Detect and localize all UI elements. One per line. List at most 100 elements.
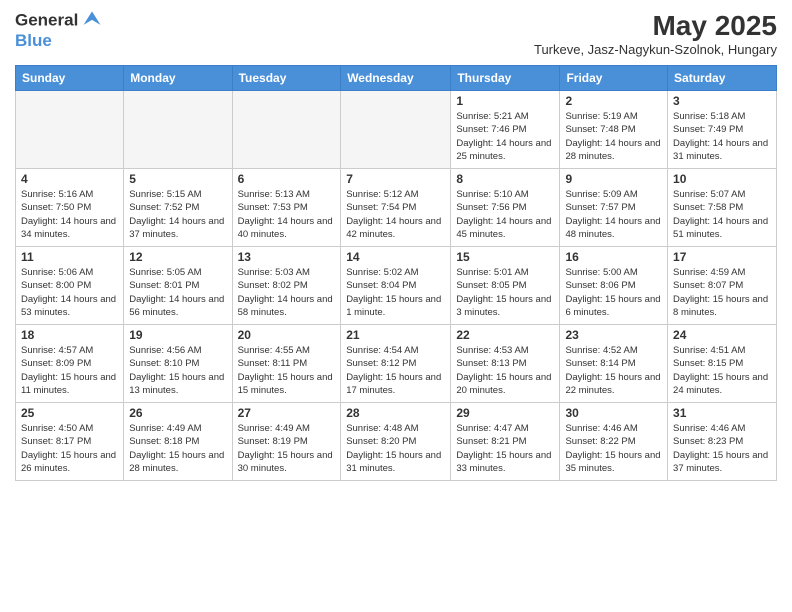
day-info: Sunrise: 5:12 AM Sunset: 7:54 PM Dayligh… xyxy=(346,188,445,241)
calendar-week-row: 1 Sunrise: 5:21 AM Sunset: 7:46 PM Daylig… xyxy=(16,91,777,169)
day-number: 9 xyxy=(565,172,662,186)
col-friday: Friday xyxy=(560,66,668,91)
logo-bird-icon xyxy=(80,8,104,30)
header: General Blue May 2025 Turkeve, Jasz-Nagy… xyxy=(15,10,777,57)
day-info: Sunrise: 5:06 AM Sunset: 8:00 PM Dayligh… xyxy=(21,266,118,319)
day-number: 16 xyxy=(565,250,662,264)
day-info: Sunrise: 4:46 AM Sunset: 8:23 PM Dayligh… xyxy=(673,422,771,475)
logo-general: General xyxy=(15,10,78,29)
day-info: Sunrise: 4:59 AM Sunset: 8:07 PM Dayligh… xyxy=(673,266,771,319)
calendar-cell: 21 Sunrise: 4:54 AM Sunset: 8:12 PM Dayli… xyxy=(341,325,451,403)
day-info: Sunrise: 4:56 AM Sunset: 8:10 PM Dayligh… xyxy=(129,344,226,397)
calendar-cell: 25Sunrise: 4:50 AM Sunset: 8:17 PM Dayli… xyxy=(16,403,124,481)
calendar-cell: 22 Sunrise: 4:53 AM Sunset: 8:13 PM Dayli… xyxy=(451,325,560,403)
logo: General Blue xyxy=(15,10,104,51)
day-number: 1 xyxy=(456,94,554,108)
day-info: Sunrise: 5:05 AM Sunset: 8:01 PM Dayligh… xyxy=(129,266,226,319)
day-info: Sunrise: 5:15 AM Sunset: 7:52 PM Dayligh… xyxy=(129,188,226,241)
day-info: Sunrise: 4:49 AM Sunset: 8:19 PM Dayligh… xyxy=(238,422,336,475)
day-info: Sunrise: 4:55 AM Sunset: 8:11 PM Dayligh… xyxy=(238,344,336,397)
day-info: Sunrise: 5:00 AM Sunset: 8:06 PM Dayligh… xyxy=(565,266,662,319)
calendar-cell: 14Sunrise: 5:02 AM Sunset: 8:04 PM Dayli… xyxy=(341,247,451,325)
day-info: Sunrise: 4:54 AM Sunset: 8:12 PM Dayligh… xyxy=(346,344,445,397)
calendar-cell: 3Sunrise: 5:18 AM Sunset: 7:49 PM Daylig… xyxy=(668,91,777,169)
day-number: 6 xyxy=(238,172,336,186)
day-number: 21 xyxy=(346,328,445,342)
day-number: 31 xyxy=(673,406,771,420)
day-info: Sunrise: 4:51 AM Sunset: 8:15 PM Dayligh… xyxy=(673,344,771,397)
day-number: 11 xyxy=(21,250,118,264)
calendar-week-row: 25Sunrise: 4:50 AM Sunset: 8:17 PM Dayli… xyxy=(16,403,777,481)
calendar-cell: 4Sunrise: 5:16 AM Sunset: 7:50 PM Daylig… xyxy=(16,169,124,247)
day-number: 30 xyxy=(565,406,662,420)
page: General Blue May 2025 Turkeve, Jasz-Nagy… xyxy=(0,0,792,612)
calendar-cell: 29Sunrise: 4:47 AM Sunset: 8:21 PM Dayli… xyxy=(451,403,560,481)
calendar-cell xyxy=(341,91,451,169)
day-number: 2 xyxy=(565,94,662,108)
day-info: Sunrise: 5:03 AM Sunset: 8:02 PM Dayligh… xyxy=(238,266,336,319)
day-number: 24 xyxy=(673,328,771,342)
calendar-week-row: 11 Sunrise: 5:06 AM Sunset: 8:00 PM Dayli… xyxy=(16,247,777,325)
calendar-cell: 1 Sunrise: 5:21 AM Sunset: 7:46 PM Daylig… xyxy=(451,91,560,169)
day-info: Sunrise: 4:53 AM Sunset: 8:13 PM Dayligh… xyxy=(456,344,554,397)
day-number: 5 xyxy=(129,172,226,186)
calendar-cell xyxy=(232,91,341,169)
day-number: 28 xyxy=(346,406,445,420)
calendar-cell: 17 Sunrise: 4:59 AM Sunset: 8:07 PM Dayli… xyxy=(668,247,777,325)
day-number: 18 xyxy=(21,328,118,342)
day-number: 7 xyxy=(346,172,445,186)
calendar-week-row: 4Sunrise: 5:16 AM Sunset: 7:50 PM Daylig… xyxy=(16,169,777,247)
day-number: 13 xyxy=(238,250,336,264)
logo-blue: Blue xyxy=(15,31,52,50)
day-info: Sunrise: 4:46 AM Sunset: 8:22 PM Dayligh… xyxy=(565,422,662,475)
day-number: 20 xyxy=(238,328,336,342)
day-number: 25 xyxy=(21,406,118,420)
day-info: Sunrise: 4:57 AM Sunset: 8:09 PM Dayligh… xyxy=(21,344,118,397)
day-info: Sunrise: 5:21 AM Sunset: 7:46 PM Dayligh… xyxy=(456,110,554,163)
day-info: Sunrise: 4:49 AM Sunset: 8:18 PM Dayligh… xyxy=(129,422,226,475)
day-number: 29 xyxy=(456,406,554,420)
day-info: Sunrise: 4:48 AM Sunset: 8:20 PM Dayligh… xyxy=(346,422,445,475)
col-saturday: Saturday xyxy=(668,66,777,91)
calendar-cell: 24 Sunrise: 4:51 AM Sunset: 8:15 PM Dayli… xyxy=(668,325,777,403)
calendar-cell: 27 Sunrise: 4:49 AM Sunset: 8:19 PM Dayli… xyxy=(232,403,341,481)
calendar-cell: 30 Sunrise: 4:46 AM Sunset: 8:22 PM Dayli… xyxy=(560,403,668,481)
col-sunday: Sunday xyxy=(16,66,124,91)
calendar-cell: 13 Sunrise: 5:03 AM Sunset: 8:02 PM Dayli… xyxy=(232,247,341,325)
calendar-cell: 19 Sunrise: 4:56 AM Sunset: 8:10 PM Dayli… xyxy=(124,325,232,403)
day-number: 22 xyxy=(456,328,554,342)
calendar-cell xyxy=(16,91,124,169)
day-number: 23 xyxy=(565,328,662,342)
day-info: Sunrise: 5:02 AM Sunset: 8:04 PM Dayligh… xyxy=(346,266,445,319)
day-info: Sunrise: 5:10 AM Sunset: 7:56 PM Dayligh… xyxy=(456,188,554,241)
calendar-cell: 28 Sunrise: 4:48 AM Sunset: 8:20 PM Dayli… xyxy=(341,403,451,481)
day-info: Sunrise: 5:01 AM Sunset: 8:05 PM Dayligh… xyxy=(456,266,554,319)
calendar-cell: 12Sunrise: 5:05 AM Sunset: 8:01 PM Dayli… xyxy=(124,247,232,325)
day-number: 19 xyxy=(129,328,226,342)
calendar-cell: 5 Sunrise: 5:15 AM Sunset: 7:52 PM Daylig… xyxy=(124,169,232,247)
day-number: 15 xyxy=(456,250,554,264)
calendar-cell: 31 Sunrise: 4:46 AM Sunset: 8:23 PM Dayli… xyxy=(668,403,777,481)
day-number: 4 xyxy=(21,172,118,186)
calendar-cell: 2 Sunrise: 5:19 AM Sunset: 7:48 PM Daylig… xyxy=(560,91,668,169)
day-info: Sunrise: 4:52 AM Sunset: 8:14 PM Dayligh… xyxy=(565,344,662,397)
day-number: 27 xyxy=(238,406,336,420)
col-tuesday: Tuesday xyxy=(232,66,341,91)
day-number: 8 xyxy=(456,172,554,186)
calendar-cell: 23 Sunrise: 4:52 AM Sunset: 8:14 PM Dayli… xyxy=(560,325,668,403)
location: Turkeve, Jasz-Nagykun-Szolnok, Hungary xyxy=(534,42,777,57)
day-number: 17 xyxy=(673,250,771,264)
day-info: Sunrise: 5:09 AM Sunset: 7:57 PM Dayligh… xyxy=(565,188,662,241)
calendar-cell: 18 Sunrise: 4:57 AM Sunset: 8:09 PM Dayli… xyxy=(16,325,124,403)
day-info: Sunrise: 5:13 AM Sunset: 7:53 PM Dayligh… xyxy=(238,188,336,241)
title-block: May 2025 Turkeve, Jasz-Nagykun-Szolnok, … xyxy=(534,10,777,57)
calendar-cell: 15 Sunrise: 5:01 AM Sunset: 8:05 PM Dayli… xyxy=(451,247,560,325)
col-monday: Monday xyxy=(124,66,232,91)
day-number: 26 xyxy=(129,406,226,420)
calendar-cell: 10Sunrise: 5:07 AM Sunset: 7:58 PM Dayli… xyxy=(668,169,777,247)
calendar-week-row: 18 Sunrise: 4:57 AM Sunset: 8:09 PM Dayli… xyxy=(16,325,777,403)
day-info: Sunrise: 5:19 AM Sunset: 7:48 PM Dayligh… xyxy=(565,110,662,163)
calendar-cell: 8 Sunrise: 5:10 AM Sunset: 7:56 PM Daylig… xyxy=(451,169,560,247)
month-title: May 2025 xyxy=(534,10,777,42)
col-wednesday: Wednesday xyxy=(341,66,451,91)
